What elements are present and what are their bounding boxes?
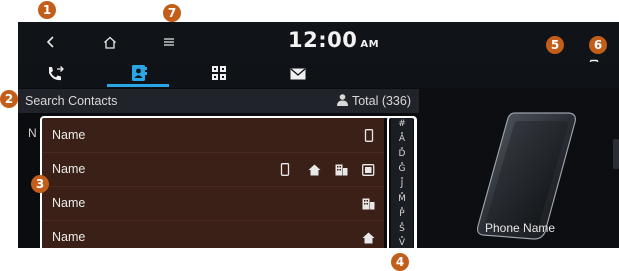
- section-letter: N: [28, 126, 37, 140]
- menu-icon[interactable]: [161, 34, 177, 50]
- clock: 12:00 AM: [288, 28, 379, 52]
- search-contacts-label: Search Contacts: [25, 94, 118, 108]
- messages-icon: [290, 68, 306, 80]
- callout-badge: 1: [38, 1, 56, 19]
- tab-call-history[interactable]: [43, 64, 67, 84]
- tab-keypad[interactable]: [208, 64, 230, 82]
- phone-name-label: Phone Name: [485, 221, 556, 235]
- total-count: Total (336): [336, 94, 411, 108]
- callout-badge: 3: [31, 175, 49, 193]
- person-icon: [336, 94, 348, 106]
- callout-badge: 6: [589, 36, 607, 54]
- contact-list-highlight: [40, 116, 416, 254]
- callout-badge: 4: [391, 253, 409, 271]
- total-count-text: Total (336): [351, 94, 411, 108]
- callout-badge: 5: [546, 36, 564, 54]
- alphabet-index-highlight: [387, 116, 417, 254]
- tab-messages[interactable]: [288, 65, 308, 83]
- callout-badge: 7: [163, 4, 181, 22]
- keypad-icon: [212, 66, 226, 80]
- tab-contacts[interactable]: [128, 63, 150, 83]
- contacts-icon: [132, 65, 147, 81]
- clock-ampm: AM: [360, 39, 380, 50]
- search-contacts-bar[interactable]: Search Contacts Total (336): [18, 89, 419, 113]
- status-bar: 12:00 AM: [18, 22, 619, 79]
- clock-time: 12:00: [288, 28, 358, 52]
- back-chevron-icon[interactable]: [43, 34, 59, 50]
- home-icon[interactable]: [102, 34, 118, 50]
- callout-badge: 2: [0, 90, 18, 108]
- call-history-icon: [49, 66, 64, 81]
- active-tab-indicator: [107, 84, 169, 87]
